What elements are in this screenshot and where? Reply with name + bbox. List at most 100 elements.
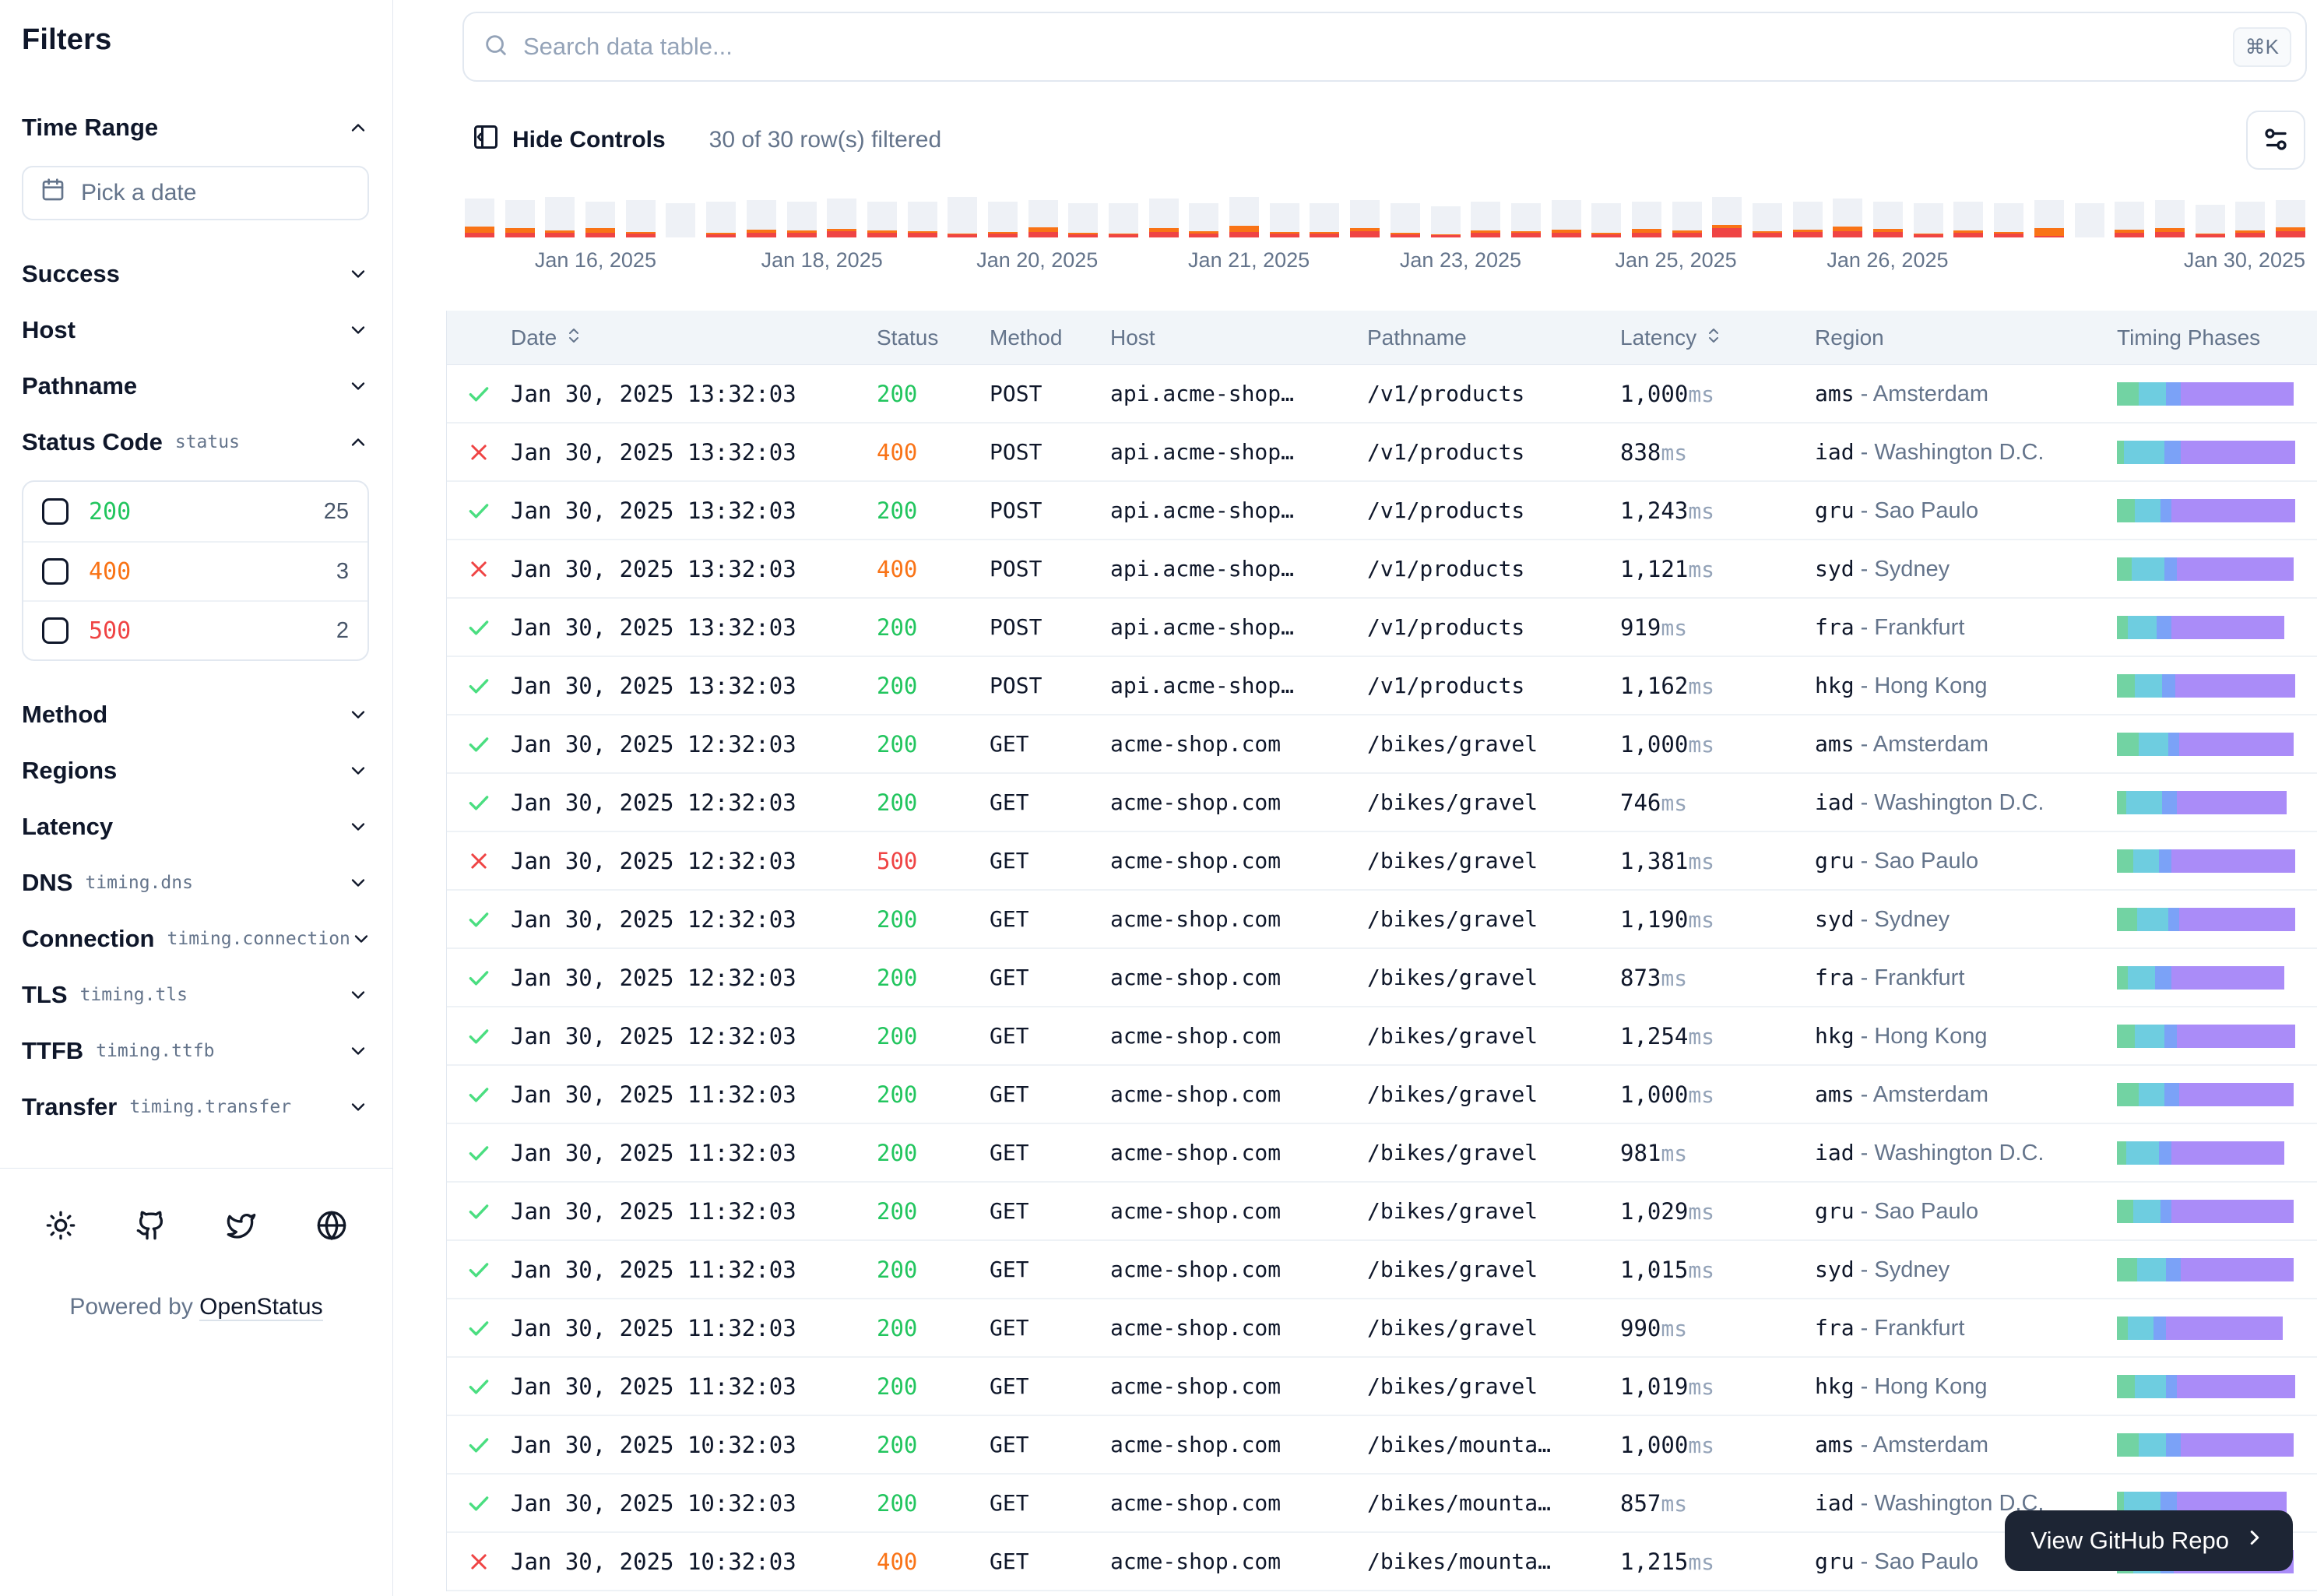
filter-section-method[interactable]: Method xyxy=(22,697,369,733)
histogram-bar[interactable] xyxy=(1914,203,1943,237)
histogram-bar[interactable] xyxy=(1109,203,1138,237)
filter-section-ttfb[interactable]: TTFBtiming.ttfb xyxy=(22,1033,369,1069)
filter-section-tls[interactable]: TLStiming.tls xyxy=(22,977,369,1013)
histogram-bar[interactable] xyxy=(1672,202,1702,237)
theme-toggle-button[interactable] xyxy=(38,1204,83,1249)
histogram-bar[interactable] xyxy=(1753,203,1782,237)
table-row[interactable]: Jan 30, 2025 13:32:03200POSTapi.acme-sho… xyxy=(447,657,2317,715)
header-host[interactable]: Host xyxy=(1110,325,1367,350)
histogram-bar[interactable] xyxy=(787,202,817,237)
table-row[interactable]: Jan 30, 2025 13:32:03400POSTapi.acme-sho… xyxy=(447,424,2317,482)
table-row[interactable]: Jan 30, 2025 12:32:03200GETacme-shop.com… xyxy=(447,774,2317,832)
histogram-bar[interactable] xyxy=(1471,202,1500,237)
histogram-bar[interactable] xyxy=(2155,200,2185,237)
histogram-bar[interactable] xyxy=(666,203,695,237)
histogram-bar[interactable] xyxy=(465,199,494,237)
checkbox[interactable] xyxy=(42,498,69,525)
histogram-bar[interactable] xyxy=(1189,203,1218,237)
histogram-bar[interactable] xyxy=(1068,203,1098,237)
filter-section-time-range[interactable]: Time Range xyxy=(22,110,369,146)
filter-section-regions[interactable]: Regions xyxy=(22,753,369,789)
histogram-bar[interactable] xyxy=(545,197,575,237)
histogram-bar[interactable] xyxy=(626,200,656,237)
table-row[interactable]: Jan 30, 2025 12:32:03200GETacme-shop.com… xyxy=(447,1007,2317,1066)
filter-section-success[interactable]: Success xyxy=(22,256,369,292)
histogram-bar[interactable] xyxy=(1712,197,1742,237)
histogram-bar[interactable] xyxy=(908,202,937,237)
table-row[interactable]: Jan 30, 2025 12:32:03200GETacme-shop.com… xyxy=(447,891,2317,949)
filter-section-latency[interactable]: Latency xyxy=(22,809,369,845)
status-option-500[interactable]: 5002 xyxy=(23,600,367,659)
histogram-bar[interactable] xyxy=(1350,200,1380,237)
histogram-bar[interactable] xyxy=(585,202,615,237)
search-bar[interactable]: ⌘K xyxy=(462,12,2307,82)
header-method[interactable]: Method xyxy=(990,325,1110,350)
header-date[interactable]: Date xyxy=(511,325,877,350)
table-row[interactable]: Jan 30, 2025 13:32:03400POSTapi.acme-sho… xyxy=(447,540,2317,599)
histogram-bar[interactable] xyxy=(2235,202,2265,237)
histogram-bar[interactable] xyxy=(1511,203,1541,237)
website-link-button[interactable] xyxy=(309,1204,354,1249)
table-row[interactable]: Jan 30, 2025 12:32:03200GETacme-shop.com… xyxy=(447,949,2317,1007)
histogram-bar[interactable] xyxy=(827,199,856,237)
table-row[interactable]: Jan 30, 2025 13:32:03200POSTapi.acme-sho… xyxy=(447,599,2317,657)
histogram-bar[interactable] xyxy=(1552,200,1581,237)
table-row[interactable]: Jan 30, 2025 11:32:03200GETacme-shop.com… xyxy=(447,1358,2317,1416)
histogram-bar[interactable] xyxy=(1149,199,1179,237)
header-pathname[interactable]: Pathname xyxy=(1367,325,1620,350)
histogram-bar[interactable] xyxy=(2115,202,2144,237)
table-row[interactable]: Jan 30, 2025 11:32:03200GETacme-shop.com… xyxy=(447,1183,2317,1241)
histogram-bar[interactable] xyxy=(1873,202,1903,237)
histogram-bar[interactable] xyxy=(948,197,977,237)
histogram-bar[interactable] xyxy=(2034,200,2064,237)
table-row[interactable]: Jan 30, 2025 12:32:03500GETacme-shop.com… xyxy=(447,832,2317,891)
histogram-bar[interactable] xyxy=(867,202,897,237)
histogram-bar[interactable] xyxy=(1953,202,1983,237)
filter-section-host[interactable]: Host xyxy=(22,312,369,348)
filter-section-connection[interactable]: Connectiontiming.connection xyxy=(22,921,369,957)
github-link-button[interactable] xyxy=(128,1204,174,1249)
openstatus-link[interactable]: OpenStatus xyxy=(199,1294,322,1321)
filter-section-dns[interactable]: DNStiming.dns xyxy=(22,865,369,901)
table-row[interactable]: Jan 30, 2025 11:32:03200GETacme-shop.com… xyxy=(447,1241,2317,1299)
table-row[interactable]: Jan 30, 2025 11:32:03200GETacme-shop.com… xyxy=(447,1124,2317,1183)
histogram-bar[interactable] xyxy=(1270,203,1299,237)
histogram-bar[interactable] xyxy=(1793,202,1823,237)
table-row[interactable]: Jan 30, 2025 10:32:03200GETacme-shop.com… xyxy=(447,1416,2317,1475)
header-region[interactable]: Region xyxy=(1815,325,2117,350)
checkbox[interactable] xyxy=(42,558,69,585)
table-row[interactable]: Jan 30, 2025 13:32:03200POSTapi.acme-sho… xyxy=(447,482,2317,540)
histogram-bar[interactable] xyxy=(706,202,736,237)
histogram-bar[interactable] xyxy=(747,200,776,237)
histogram-bar[interactable] xyxy=(1431,206,1461,237)
table-row[interactable]: Jan 30, 2025 11:32:03200GETacme-shop.com… xyxy=(447,1066,2317,1124)
histogram-bar[interactable] xyxy=(505,200,535,237)
checkbox[interactable] xyxy=(42,617,69,644)
table-row[interactable]: Jan 30, 2025 13:32:03200POSTapi.acme-sho… xyxy=(447,365,2317,424)
histogram-bar[interactable] xyxy=(1632,202,1661,237)
header-status[interactable]: Status xyxy=(877,325,990,350)
filter-section-pathname[interactable]: Pathname xyxy=(22,368,369,404)
histogram-bar[interactable] xyxy=(1391,203,1420,237)
table-row[interactable]: Jan 30, 2025 11:32:03200GETacme-shop.com… xyxy=(447,1299,2317,1358)
filter-section-status-code[interactable]: Status Codestatus xyxy=(22,424,369,460)
status-option-200[interactable]: 20025 xyxy=(23,482,367,541)
filter-section-transfer[interactable]: Transfertiming.transfer xyxy=(22,1089,369,1125)
histogram-bar[interactable] xyxy=(1229,197,1259,237)
header-latency[interactable]: Latency xyxy=(1620,325,1815,350)
histogram-bar[interactable] xyxy=(1591,203,1621,237)
histogram-bar[interactable] xyxy=(2276,200,2305,237)
view-github-repo-button[interactable]: View GitHub Repo xyxy=(2005,1510,2293,1571)
view-options-button[interactable] xyxy=(2246,111,2305,170)
histogram-bar[interactable] xyxy=(1994,203,2023,237)
table-row[interactable]: Jan 30, 2025 12:32:03200GETacme-shop.com… xyxy=(447,715,2317,774)
histogram-bar[interactable] xyxy=(2196,205,2225,237)
histogram-bar[interactable] xyxy=(1833,199,1862,237)
hide-controls-button[interactable]: Hide Controls xyxy=(472,123,666,157)
date-picker-input[interactable]: Pick a date xyxy=(22,166,369,220)
search-input[interactable] xyxy=(523,33,2219,61)
status-option-400[interactable]: 4003 xyxy=(23,541,367,600)
histogram-bar[interactable] xyxy=(1310,203,1339,237)
histogram-bar[interactable] xyxy=(1028,200,1058,237)
twitter-link-button[interactable] xyxy=(219,1204,264,1249)
